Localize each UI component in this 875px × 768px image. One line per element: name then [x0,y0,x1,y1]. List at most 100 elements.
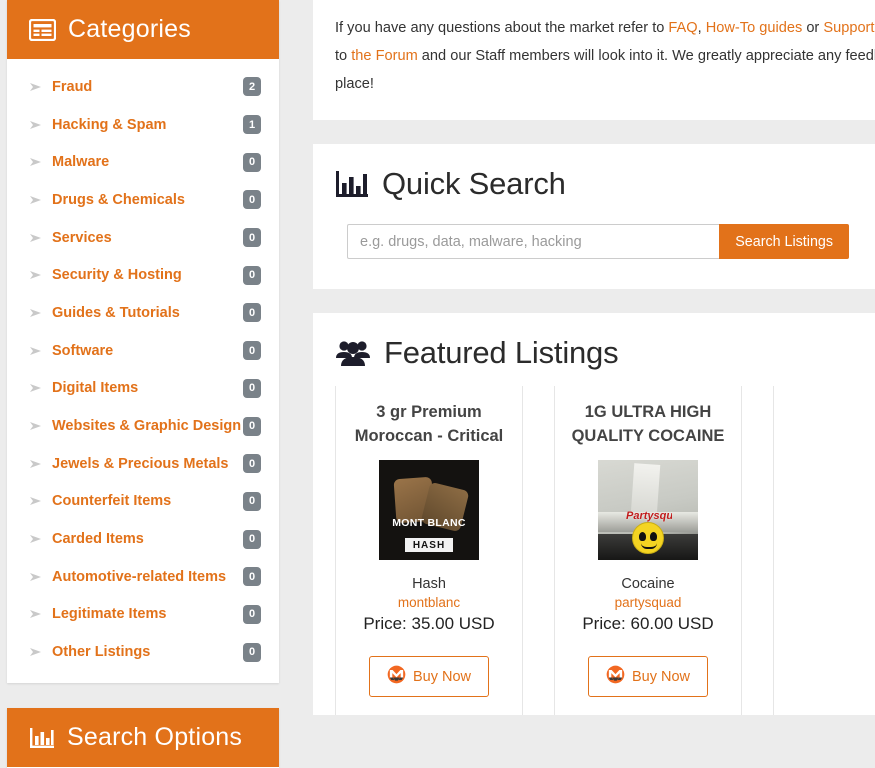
sidebar-item-count: 1 [243,115,261,135]
sidebar-item-label: Automotive-related Items [52,568,227,585]
arrow-right-icon [29,647,43,657]
quick-search-title: Quick Search [382,166,566,201]
sidebar-item-label: Jewels & Precious Metals [52,455,229,472]
hash-product-photo: MONT BLANC HASH [379,460,479,560]
notice-text-2: or [802,20,824,36]
featured-listings-title: Featured Listings [384,335,619,370]
sidebar-item-carded-items[interactable]: Carded Items 0 [7,520,279,558]
listing-title: 1G ULTRA HIGH QUALITY COCAINE [571,403,725,445]
arrow-right-icon [29,609,43,619]
smiley-eye [650,532,657,541]
notice-comma: , [697,20,706,36]
smiley-face-icon [632,522,664,554]
category-list: Fraud 2 Hacking & Spam 1 Malware 0 Drugs… [7,59,279,683]
bar-chart-icon [335,169,369,199]
sidebar-item-malware[interactable]: Malware 0 [7,143,279,181]
faq-link[interactable]: FAQ [668,20,697,36]
how-to-guides-link[interactable]: How-To guides [706,20,803,36]
sidebar-item-security-hosting[interactable]: Security & Hosting 0 [7,256,279,294]
listing-vendor[interactable]: montblanc [346,595,512,610]
sidebar-item-guides-tutorials[interactable]: Guides & Tutorials 0 [7,294,279,332]
listing-thumbnail[interactable]: Partysquad [598,460,698,560]
sidebar-item-label: Guides & Tutorials [52,304,180,321]
support-center-link[interactable]: Support Ce [823,20,875,36]
arrow-right-icon [29,233,43,243]
quick-search-title-row: Quick Search [313,144,875,202]
photo-brand-text: MONT BLANC [392,517,466,529]
sidebar-item-count: 0 [243,303,261,323]
listing-vendor[interactable]: partysquad [565,595,731,610]
arrow-right-icon [29,572,43,582]
categories-panel-title: Categories [68,15,191,43]
listing-card[interactable]: 1G ULTRA HIGH QUALITY COCAINE Partysquad [554,386,742,715]
listing-card[interactable]: 3 gr Premium Moroccan - Critical MONT BL… [335,386,523,715]
sidebar-item-count: 0 [243,190,261,210]
search-input[interactable] [347,224,720,259]
listing-thumbnail[interactable]: MONT BLANC HASH [379,460,479,560]
sidebar-item-count: 0 [243,567,261,587]
notice-text-3: to [335,48,352,64]
sidebar-item-services[interactable]: Services 0 [7,219,279,257]
forum-link[interactable]: the Forum [351,48,418,64]
featured-listings-panel: Featured Listings 3 gr Premium Moroccan … [313,313,875,715]
categories-panel: Categories Fraud 2 Hacking & Spam 1 Malw… [7,0,279,683]
search-options-panel-header[interactable]: Search Options [7,708,279,767]
listing-price: Price: 60.00 USD [582,614,714,633]
bar-chart-icon [29,727,55,749]
monero-icon [387,665,406,688]
sidebar-item-count: 0 [243,604,261,624]
sidebar-item-jewels-precious-metals[interactable]: Jewels & Precious Metals 0 [7,445,279,483]
quick-search-form: Search Listings [347,224,849,259]
sidebar-item-legitimate-items[interactable]: Legitimate Items 0 [7,596,279,634]
sidebar-item-label: Hacking & Spam [52,116,167,133]
arrow-right-icon [29,346,43,356]
notice-text-1: If you have any questions about the mark… [335,20,669,36]
listing-price: Price: 35.00 USD [363,614,495,633]
sidebar: Categories Fraud 2 Hacking & Spam 1 Malw… [7,0,279,768]
sidebar-item-count: 0 [243,152,261,172]
photo-tag-text: HASH [405,538,453,552]
sidebar-item-label: Malware [52,154,110,171]
sidebar-item-label: Carded Items [52,531,144,548]
arrow-right-icon [29,195,43,205]
sidebar-item-automotive-related-items[interactable]: Automotive-related Items 0 [7,558,279,596]
arrow-right-icon [29,534,43,544]
buy-now-button[interactable]: Buy Now [368,656,490,697]
smiley-eye [639,532,646,541]
listing-column-divider [773,386,774,715]
notice-text-5: place! [335,76,374,92]
buy-now-button[interactable]: Buy Now [587,656,709,697]
arrow-right-icon [29,421,43,431]
sidebar-item-label: Websites & Graphic Design [52,418,242,435]
listing-category: Cocaine [621,576,675,592]
arrow-right-icon [29,459,43,469]
sidebar-item-websites-graphic-design[interactable]: Websites & Graphic Design 0 [7,407,279,445]
sidebar-item-label: Counterfeit Items [52,493,172,510]
sidebar-item-count: 0 [243,529,261,549]
sidebar-item-fraud[interactable]: Fraud 2 [7,68,279,106]
arrow-right-icon [29,157,43,167]
market-notice: If you have any questions about the mark… [313,0,875,120]
sidebar-item-other-listings[interactable]: Other Listings 0 [7,633,279,671]
quick-search-body: Search Listings [313,202,875,289]
table-list-icon [29,18,56,41]
sidebar-item-hacking-spam[interactable]: Hacking & Spam 1 [7,106,279,144]
sidebar-item-label: Security & Hosting [52,267,182,284]
search-options-panel-title: Search Options [67,723,243,751]
arrow-right-icon [29,120,43,130]
sidebar-item-digital-items[interactable]: Digital Items 0 [7,370,279,408]
sidebar-item-drugs-chemicals[interactable]: Drugs & Chemicals 0 [7,181,279,219]
sidebar-item-counterfeit-items[interactable]: Counterfeit Items 0 [7,483,279,521]
sidebar-item-label: Legitimate Items [52,606,167,623]
page-root: Categories Fraud 2 Hacking & Spam 1 Malw… [0,0,875,768]
categories-panel-header: Categories [7,0,279,59]
sidebar-item-count: 0 [243,378,261,398]
arrow-right-icon [29,270,43,280]
monero-icon [606,665,625,688]
sidebar-item-label: Drugs & Chemicals [52,191,185,208]
search-listings-button[interactable]: Search Listings [719,224,849,259]
users-group-icon [335,338,371,368]
listing-category: Hash [412,576,446,592]
sidebar-item-software[interactable]: Software 0 [7,332,279,370]
main-content: If you have any questions about the mark… [313,0,875,715]
